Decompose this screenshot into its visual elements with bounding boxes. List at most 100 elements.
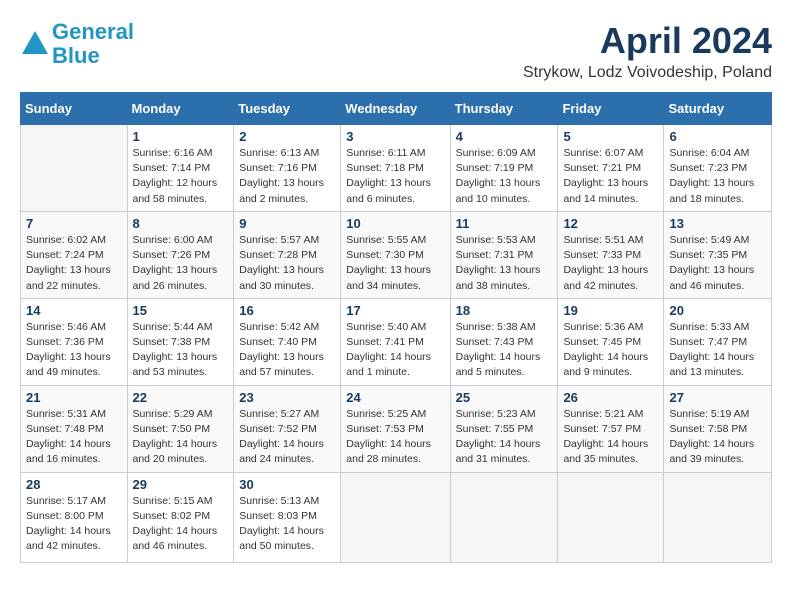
day-info: Sunrise: 6:00 AMSunset: 7:26 PMDaylight:… xyxy=(133,234,218,292)
day-info: Sunrise: 6:04 AMSunset: 7:23 PMDaylight:… xyxy=(669,147,754,205)
calendar-cell: 26 Sunrise: 5:21 AMSunset: 7:57 PMDaylig… xyxy=(558,385,664,472)
calendar-cell: 29 Sunrise: 5:15 AMSunset: 8:02 PMDaylig… xyxy=(127,472,234,562)
day-number: 2 xyxy=(239,129,335,144)
day-info: Sunrise: 5:17 AMSunset: 8:00 PMDaylight:… xyxy=(26,495,111,553)
calendar-cell: 6 Sunrise: 6:04 AMSunset: 7:23 PMDayligh… xyxy=(664,125,772,212)
calendar-cell: 8 Sunrise: 6:00 AMSunset: 7:26 PMDayligh… xyxy=(127,211,234,298)
day-info: Sunrise: 6:02 AMSunset: 7:24 PMDaylight:… xyxy=(26,234,111,292)
calendar-cell: 19 Sunrise: 5:36 AMSunset: 7:45 PMDaylig… xyxy=(558,298,664,385)
day-info: Sunrise: 5:21 AMSunset: 7:57 PMDaylight:… xyxy=(563,408,648,466)
calendar-week-row: 1 Sunrise: 6:16 AMSunset: 7:14 PMDayligh… xyxy=(21,125,772,212)
calendar-cell: 1 Sunrise: 6:16 AMSunset: 7:14 PMDayligh… xyxy=(127,125,234,212)
day-info: Sunrise: 5:25 AMSunset: 7:53 PMDaylight:… xyxy=(346,408,431,466)
day-info: Sunrise: 5:38 AMSunset: 7:43 PMDaylight:… xyxy=(456,321,541,379)
day-number: 26 xyxy=(563,390,658,405)
calendar-cell: 11 Sunrise: 5:53 AMSunset: 7:31 PMDaylig… xyxy=(450,211,558,298)
calendar-cell: 30 Sunrise: 5:13 AMSunset: 8:03 PMDaylig… xyxy=(234,472,341,562)
logo-icon xyxy=(20,29,50,59)
calendar-cell xyxy=(450,472,558,562)
day-info: Sunrise: 5:44 AMSunset: 7:38 PMDaylight:… xyxy=(133,321,218,379)
weekday-header: Tuesday xyxy=(234,93,341,125)
calendar-week-row: 14 Sunrise: 5:46 AMSunset: 7:36 PMDaylig… xyxy=(21,298,772,385)
day-number: 13 xyxy=(669,216,766,231)
calendar-week-row: 21 Sunrise: 5:31 AMSunset: 7:48 PMDaylig… xyxy=(21,385,772,472)
day-number: 24 xyxy=(346,390,444,405)
calendar-cell: 16 Sunrise: 5:42 AMSunset: 7:40 PMDaylig… xyxy=(234,298,341,385)
day-number: 21 xyxy=(26,390,122,405)
day-info: Sunrise: 5:42 AMSunset: 7:40 PMDaylight:… xyxy=(239,321,324,379)
day-info: Sunrise: 5:51 AMSunset: 7:33 PMDaylight:… xyxy=(563,234,648,292)
weekday-header: Thursday xyxy=(450,93,558,125)
day-number: 25 xyxy=(456,390,553,405)
calendar-cell xyxy=(341,472,450,562)
day-info: Sunrise: 5:29 AMSunset: 7:50 PMDaylight:… xyxy=(133,408,218,466)
calendar-cell: 28 Sunrise: 5:17 AMSunset: 8:00 PMDaylig… xyxy=(21,472,128,562)
calendar-cell xyxy=(558,472,664,562)
calendar-cell: 7 Sunrise: 6:02 AMSunset: 7:24 PMDayligh… xyxy=(21,211,128,298)
day-info: Sunrise: 5:33 AMSunset: 7:47 PMDaylight:… xyxy=(669,321,754,379)
day-number: 3 xyxy=(346,129,444,144)
logo-text: General Blue xyxy=(52,20,134,68)
day-info: Sunrise: 5:49 AMSunset: 7:35 PMDaylight:… xyxy=(669,234,754,292)
day-info: Sunrise: 5:53 AMSunset: 7:31 PMDaylight:… xyxy=(456,234,541,292)
calendar-cell: 9 Sunrise: 5:57 AMSunset: 7:28 PMDayligh… xyxy=(234,211,341,298)
weekday-header: Saturday xyxy=(664,93,772,125)
day-info: Sunrise: 6:09 AMSunset: 7:19 PMDaylight:… xyxy=(456,147,541,205)
day-number: 1 xyxy=(133,129,229,144)
day-number: 12 xyxy=(563,216,658,231)
day-info: Sunrise: 6:16 AMSunset: 7:14 PMDaylight:… xyxy=(133,147,218,205)
day-number: 4 xyxy=(456,129,553,144)
weekday-header: Monday xyxy=(127,93,234,125)
day-number: 16 xyxy=(239,303,335,318)
day-info: Sunrise: 6:07 AMSunset: 7:21 PMDaylight:… xyxy=(563,147,648,205)
calendar-cell: 12 Sunrise: 5:51 AMSunset: 7:33 PMDaylig… xyxy=(558,211,664,298)
day-info: Sunrise: 5:13 AMSunset: 8:03 PMDaylight:… xyxy=(239,495,324,553)
day-number: 8 xyxy=(133,216,229,231)
calendar-cell: 5 Sunrise: 6:07 AMSunset: 7:21 PMDayligh… xyxy=(558,125,664,212)
calendar-cell: 27 Sunrise: 5:19 AMSunset: 7:58 PMDaylig… xyxy=(664,385,772,472)
calendar-cell xyxy=(664,472,772,562)
page-header: General Blue April 2024 Strykow, Lodz Vo… xyxy=(20,20,772,82)
calendar-cell: 4 Sunrise: 6:09 AMSunset: 7:19 PMDayligh… xyxy=(450,125,558,212)
day-info: Sunrise: 5:31 AMSunset: 7:48 PMDaylight:… xyxy=(26,408,111,466)
day-number: 20 xyxy=(669,303,766,318)
day-number: 22 xyxy=(133,390,229,405)
calendar-cell: 24 Sunrise: 5:25 AMSunset: 7:53 PMDaylig… xyxy=(341,385,450,472)
calendar-cell: 10 Sunrise: 5:55 AMSunset: 7:30 PMDaylig… xyxy=(341,211,450,298)
day-number: 30 xyxy=(239,477,335,492)
day-number: 11 xyxy=(456,216,553,231)
calendar-cell: 21 Sunrise: 5:31 AMSunset: 7:48 PMDaylig… xyxy=(21,385,128,472)
day-number: 27 xyxy=(669,390,766,405)
day-info: Sunrise: 5:57 AMSunset: 7:28 PMDaylight:… xyxy=(239,234,324,292)
day-info: Sunrise: 5:36 AMSunset: 7:45 PMDaylight:… xyxy=(563,321,648,379)
day-info: Sunrise: 5:19 AMSunset: 7:58 PMDaylight:… xyxy=(669,408,754,466)
day-info: Sunrise: 5:40 AMSunset: 7:41 PMDaylight:… xyxy=(346,321,431,379)
day-info: Sunrise: 5:23 AMSunset: 7:55 PMDaylight:… xyxy=(456,408,541,466)
day-number: 17 xyxy=(346,303,444,318)
calendar-cell: 20 Sunrise: 5:33 AMSunset: 7:47 PMDaylig… xyxy=(664,298,772,385)
calendar-cell: 2 Sunrise: 6:13 AMSunset: 7:16 PMDayligh… xyxy=(234,125,341,212)
calendar-cell xyxy=(21,125,128,212)
day-number: 14 xyxy=(26,303,122,318)
weekday-header: Sunday xyxy=(21,93,128,125)
calendar-cell: 22 Sunrise: 5:29 AMSunset: 7:50 PMDaylig… xyxy=(127,385,234,472)
calendar-week-row: 7 Sunrise: 6:02 AMSunset: 7:24 PMDayligh… xyxy=(21,211,772,298)
weekday-header-row: SundayMondayTuesdayWednesdayThursdayFrid… xyxy=(21,93,772,125)
calendar-cell: 15 Sunrise: 5:44 AMSunset: 7:38 PMDaylig… xyxy=(127,298,234,385)
day-info: Sunrise: 6:13 AMSunset: 7:16 PMDaylight:… xyxy=(239,147,324,205)
day-number: 5 xyxy=(563,129,658,144)
day-number: 19 xyxy=(563,303,658,318)
calendar-table: SundayMondayTuesdayWednesdayThursdayFrid… xyxy=(20,92,772,563)
location-title: Strykow, Lodz Voivodeship, Poland xyxy=(523,64,772,82)
month-title: April 2024 xyxy=(523,20,772,62)
calendar-cell: 25 Sunrise: 5:23 AMSunset: 7:55 PMDaylig… xyxy=(450,385,558,472)
calendar-cell: 3 Sunrise: 6:11 AMSunset: 7:18 PMDayligh… xyxy=(341,125,450,212)
weekday-header: Wednesday xyxy=(341,93,450,125)
calendar-cell: 17 Sunrise: 5:40 AMSunset: 7:41 PMDaylig… xyxy=(341,298,450,385)
day-number: 23 xyxy=(239,390,335,405)
day-number: 28 xyxy=(26,477,122,492)
weekday-header: Friday xyxy=(558,93,664,125)
calendar-week-row: 28 Sunrise: 5:17 AMSunset: 8:00 PMDaylig… xyxy=(21,472,772,562)
day-info: Sunrise: 5:55 AMSunset: 7:30 PMDaylight:… xyxy=(346,234,431,292)
day-number: 10 xyxy=(346,216,444,231)
